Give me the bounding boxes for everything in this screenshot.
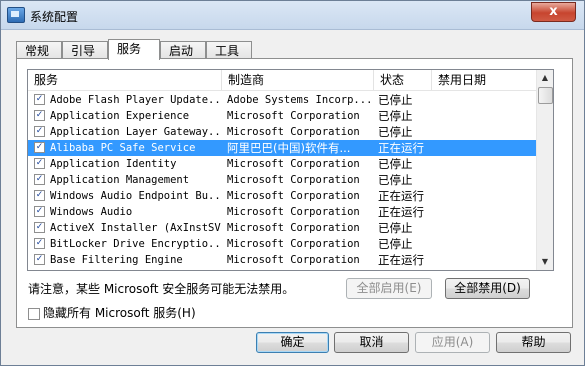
service-checkbox[interactable]: ✓ [34, 94, 45, 105]
service-name: BitLocker Drive Encryptio... [50, 238, 222, 250]
service-name: Application Layer Gateway... [50, 126, 222, 138]
table-row-selected[interactable]: ✓ Alibaba PC Safe Service 阿里巴巴(中国)软件有...… [28, 140, 537, 156]
service-vendor: Microsoft Corporation [227, 126, 360, 138]
service-name: Application Identity [50, 158, 177, 170]
service-name: Application Experience [50, 110, 190, 122]
list-header: 服务 制造商 状态 禁用日期 [28, 70, 537, 91]
apply-button[interactable]: 应用(A) [415, 332, 490, 353]
services-list[interactable]: 服务 制造商 状态 禁用日期 ✓ Adobe Flash Player Upda… [27, 69, 554, 271]
hide-ms-checkbox[interactable] [28, 307, 40, 320]
service-checkbox[interactable]: ✓ [34, 174, 45, 185]
security-note: 请注意，某些 Microsoft 安全服务可能无法禁用。 [28, 282, 295, 296]
header-vendor[interactable]: 制造商 [222, 70, 374, 90]
service-vendor: Microsoft Corporation [227, 158, 360, 170]
service-checkbox[interactable]: ✓ [34, 158, 45, 169]
service-checkbox[interactable]: ✓ [34, 142, 45, 153]
service-name: Adobe Flash Player Update... [50, 94, 222, 106]
service-vendor: Adobe Systems Incorp... [227, 94, 373, 106]
service-status: 正在运行 [378, 205, 424, 219]
header-disabled-date[interactable]: 禁用日期 [432, 70, 537, 90]
service-status: 已停止 [378, 221, 413, 235]
table-row[interactable]: ✓ Application Management Microsoft Corpo… [28, 172, 537, 188]
table-row[interactable]: ✓ Base Filtering Engine Microsoft Corpor… [28, 252, 537, 268]
close-button[interactable]: x [531, 2, 576, 22]
service-status: 已停止 [378, 125, 413, 139]
tab-general[interactable]: 常规 [16, 41, 62, 59]
service-name: Windows Audio Endpoint Bu... [50, 190, 222, 202]
service-checkbox[interactable]: ✓ [34, 206, 45, 217]
header-status[interactable]: 状态 [374, 70, 432, 90]
service-checkbox[interactable]: ✓ [34, 222, 45, 233]
rows-container: ✓ Adobe Flash Player Update... Adobe Sys… [28, 92, 537, 268]
tab-boot[interactable]: 引导 [62, 41, 108, 59]
table-row[interactable]: ✓ BitLocker Drive Encryptio... Microsoft… [28, 236, 537, 252]
system-config-window: 系统配置 x 常规 引导 服务 启动 工具 服务 制造商 状态 禁用日期 ✓ A… [0, 0, 585, 366]
enable-all-button[interactable]: 全部启用(E) [346, 278, 432, 299]
service-status: 已停止 [378, 157, 413, 171]
service-status: 已停止 [378, 109, 413, 123]
vertical-scrollbar[interactable]: ▲ ▼ [536, 70, 553, 270]
service-vendor: 阿里巴巴(中国)软件有... [227, 141, 351, 155]
table-row[interactable]: ✓ Application Experience Microsoft Corpo… [28, 108, 537, 124]
scroll-down-icon[interactable]: ▼ [537, 254, 553, 270]
service-vendor: Microsoft Corporation [227, 206, 360, 218]
service-vendor: Microsoft Corporation [227, 190, 360, 202]
service-name: ActiveX Installer (AxInstSV) [50, 222, 222, 234]
service-name: Alibaba PC Safe Service [50, 142, 196, 154]
table-row[interactable]: ✓ Application Identity Microsoft Corpora… [28, 156, 537, 172]
cancel-button[interactable]: 取消 [334, 332, 409, 353]
service-status: 已停止 [378, 173, 413, 187]
service-vendor: Microsoft Corporation [227, 238, 360, 250]
tab-services[interactable]: 服务 [108, 39, 160, 60]
header-service[interactable]: 服务 [28, 70, 222, 90]
table-row[interactable]: ✓ Application Layer Gateway... Microsoft… [28, 124, 537, 140]
service-status: 正在运行 [378, 189, 424, 203]
table-row[interactable]: ✓ ActiveX Installer (AxInstSV) Microsoft… [28, 220, 537, 236]
service-checkbox[interactable]: ✓ [34, 126, 45, 137]
service-checkbox[interactable]: ✓ [34, 190, 45, 201]
service-vendor: Microsoft Corporation [227, 110, 360, 122]
service-name: Windows Audio [50, 206, 133, 218]
hide-microsoft-services[interactable]: 隐藏所有 Microsoft 服务(H) [28, 304, 196, 321]
scroll-up-icon[interactable]: ▲ [537, 70, 553, 86]
hide-ms-label: 隐藏所有 Microsoft 服务(H) [43, 306, 196, 320]
service-checkbox[interactable]: ✓ [34, 238, 45, 249]
service-name: Base Filtering Engine [50, 254, 183, 266]
service-checkbox[interactable]: ✓ [34, 110, 45, 121]
tab-startup[interactable]: 启动 [160, 41, 206, 59]
table-row[interactable]: ✓ Adobe Flash Player Update... Adobe Sys… [28, 92, 537, 108]
service-vendor: Microsoft Corporation [227, 222, 360, 234]
ok-button[interactable]: 确定 [256, 332, 329, 353]
scroll-thumb[interactable] [538, 87, 553, 104]
app-icon [7, 7, 25, 23]
service-name: Application Management [50, 174, 190, 186]
window-title: 系统配置 [30, 10, 79, 24]
table-row[interactable]: ✓ Windows Audio Endpoint Bu... Microsoft… [28, 188, 537, 204]
service-status: 已停止 [378, 237, 413, 251]
service-vendor: Microsoft Corporation [227, 174, 360, 186]
disable-all-button[interactable]: 全部禁用(D) [445, 278, 530, 299]
service-status: 已停止 [378, 93, 413, 107]
service-checkbox[interactable]: ✓ [34, 254, 45, 265]
service-status: 正在运行 [378, 141, 424, 155]
title-bar[interactable]: 系统配置 x [1, 1, 584, 30]
service-status: 正在运行 [378, 253, 424, 267]
tab-tools[interactable]: 工具 [206, 41, 252, 59]
help-button[interactable]: 帮助 [496, 332, 571, 353]
service-vendor: Microsoft Corporation [227, 254, 360, 266]
table-row[interactable]: ✓ Windows Audio Microsoft Corporation 正在… [28, 204, 537, 220]
